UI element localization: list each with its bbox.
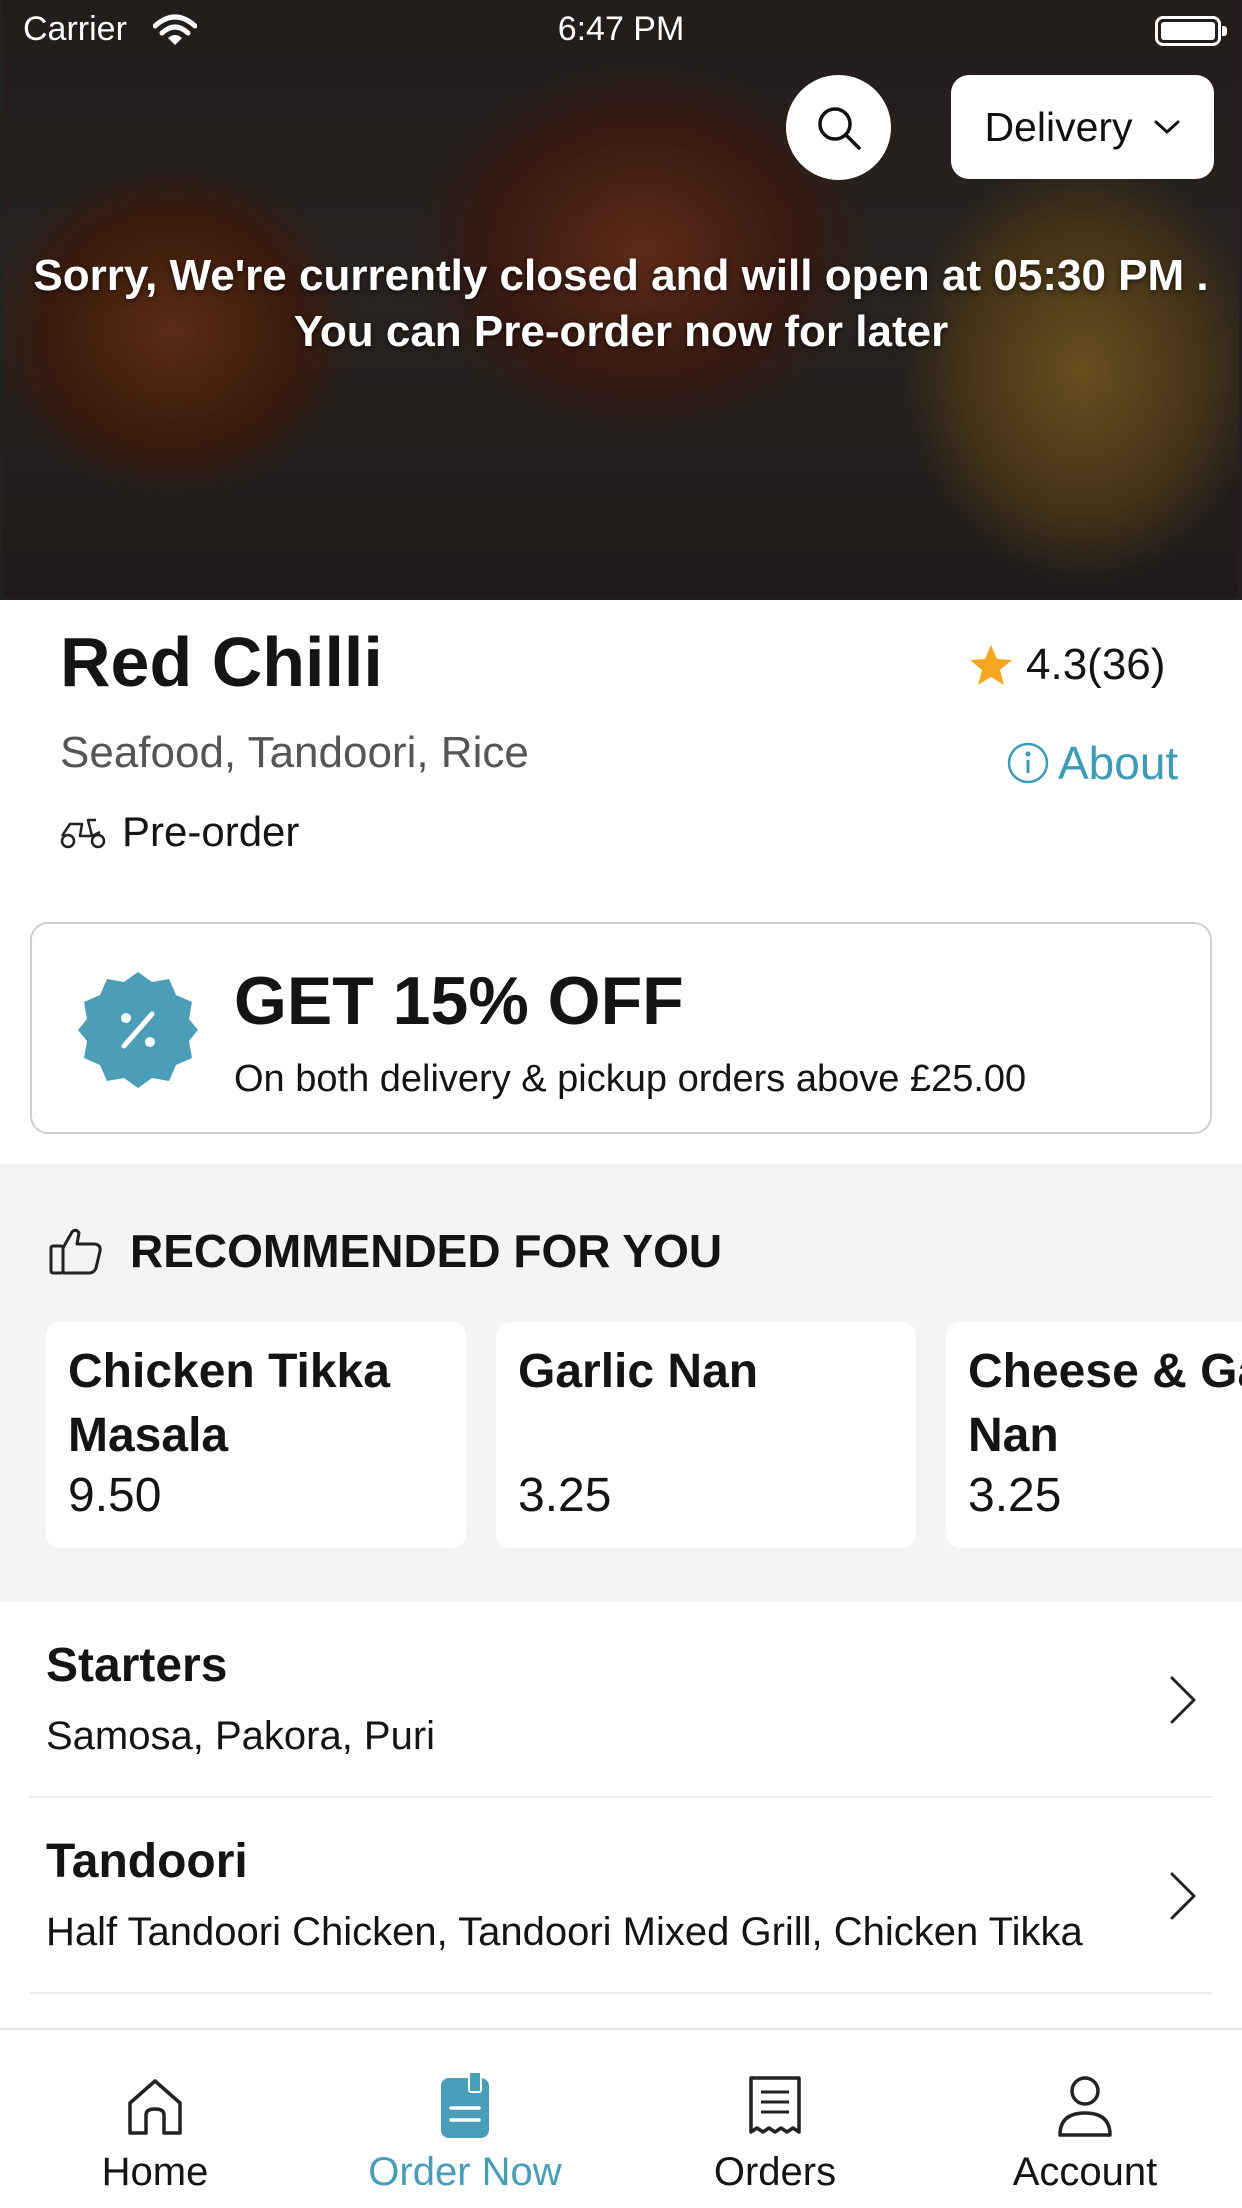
delivery-mode-dropdown[interactable]: Delivery: [951, 75, 1214, 179]
about-link[interactable]: About: [1006, 736, 1178, 790]
about-label: About: [1058, 737, 1179, 789]
recommended-heading: RECOMMENDED FOR YOU: [130, 1225, 723, 1277]
receipt-icon: [749, 2076, 801, 2134]
search-button[interactable]: [786, 75, 891, 180]
menu-category-row[interactable]: Starters Samosa, Pakora, Puri: [30, 1602, 1212, 1798]
recommended-item-name: Chicken Tikka Masala: [68, 1345, 390, 1462]
closed-message-line-1: Sorry, We're currently closed and will o…: [33, 251, 1209, 300]
bottom-tab-bar: Home Order Now Orders Account: [0, 2028, 1242, 2208]
closed-message-line-2: You can Pre-order now for later: [293, 307, 949, 356]
recommended-item-card[interactable]: Cheese & Garlic Nan 3.25: [946, 1322, 1242, 1548]
tab-account[interactable]: Account: [930, 2030, 1240, 2208]
order-mode-label: Pre-order: [122, 808, 300, 855]
menu-category-row[interactable]: Tandoori Half Tandoori Chicken, Tandoori…: [30, 1798, 1212, 1994]
battery-icon: [1155, 16, 1227, 46]
status-bar: Carrier 6:47 PM: [3, 0, 1239, 60]
recommended-item-price: 3.25: [518, 1469, 612, 1522]
recommended-item-card[interactable]: Garlic Nan 3.25: [496, 1322, 916, 1548]
recommended-item-price: 9.50: [68, 1469, 162, 1522]
delivery-mode-label: Delivery: [984, 103, 1133, 150]
order-mode-indicator: Pre-order: [58, 808, 299, 856]
hero-banner: Carrier 6:47 PM Delivery Sorry, We're cu…: [0, 0, 1242, 600]
category-title: Starters: [46, 1639, 228, 1692]
clock-label: 6:47 PM: [557, 10, 685, 48]
recommended-section: RECOMMENDED FOR YOU Chicken Tikka Masala…: [0, 1164, 1242, 1602]
scooter-icon: [60, 818, 106, 849]
thumbs-up-icon: [49, 1228, 102, 1275]
rating-value: 4.3(36): [1026, 640, 1166, 689]
home-icon: [128, 2079, 182, 2135]
offer-subtitle: On both delivery & pickup orders above £…: [234, 1058, 1027, 1100]
category-items-preview: Half Tandoori Chicken, Tandoori Mixed Gr…: [46, 1910, 1083, 1954]
tab-orders[interactable]: Orders: [620, 2030, 930, 2208]
offer-title: GET 15% OFF: [234, 963, 684, 1039]
chevron-down-icon: [1154, 120, 1180, 134]
info-icon: [1007, 742, 1049, 784]
recommended-item-name: Garlic Nan: [518, 1345, 759, 1398]
restaurant-cuisines: Seafood, Tandoori, Rice: [60, 728, 529, 777]
recommended-item-name: Cheese & Garlic Nan: [968, 1345, 1242, 1462]
recommended-header: RECOMMENDED FOR YOU: [48, 1224, 722, 1278]
tab-home[interactable]: Home: [0, 2030, 310, 2208]
search-icon: [817, 106, 861, 150]
tab-order-now[interactable]: Order Now: [310, 2030, 620, 2208]
discount-badge-icon: [78, 972, 198, 1088]
tab-label: Order Now: [368, 2150, 562, 2194]
chevron-right-icon: [1170, 1676, 1196, 1724]
restaurant-rating[interactable]: 4.3(36): [968, 640, 1165, 690]
account-icon: [1058, 2076, 1112, 2137]
chevron-right-icon: [1170, 1872, 1196, 1920]
recommended-item-card[interactable]: Chicken Tikka Masala 9.50: [46, 1322, 466, 1548]
order-now-icon: [441, 2072, 489, 2138]
closed-message: Sorry, We're currently closed and will o…: [3, 248, 1239, 360]
restaurant-name: Red Chilli: [60, 623, 383, 701]
tab-label: Home: [101, 2150, 209, 2194]
tab-label: Orders: [713, 2150, 837, 2194]
recommended-item-price: 3.25: [968, 1469, 1062, 1522]
category-items-preview: Samosa, Pakora, Puri: [46, 1714, 436, 1758]
star-icon: [970, 645, 1012, 685]
tab-label: Account: [1012, 2150, 1158, 2194]
offer-card[interactable]: GET 15% OFF On both delivery & pickup or…: [30, 922, 1212, 1134]
category-title: Tandoori: [46, 1835, 248, 1888]
